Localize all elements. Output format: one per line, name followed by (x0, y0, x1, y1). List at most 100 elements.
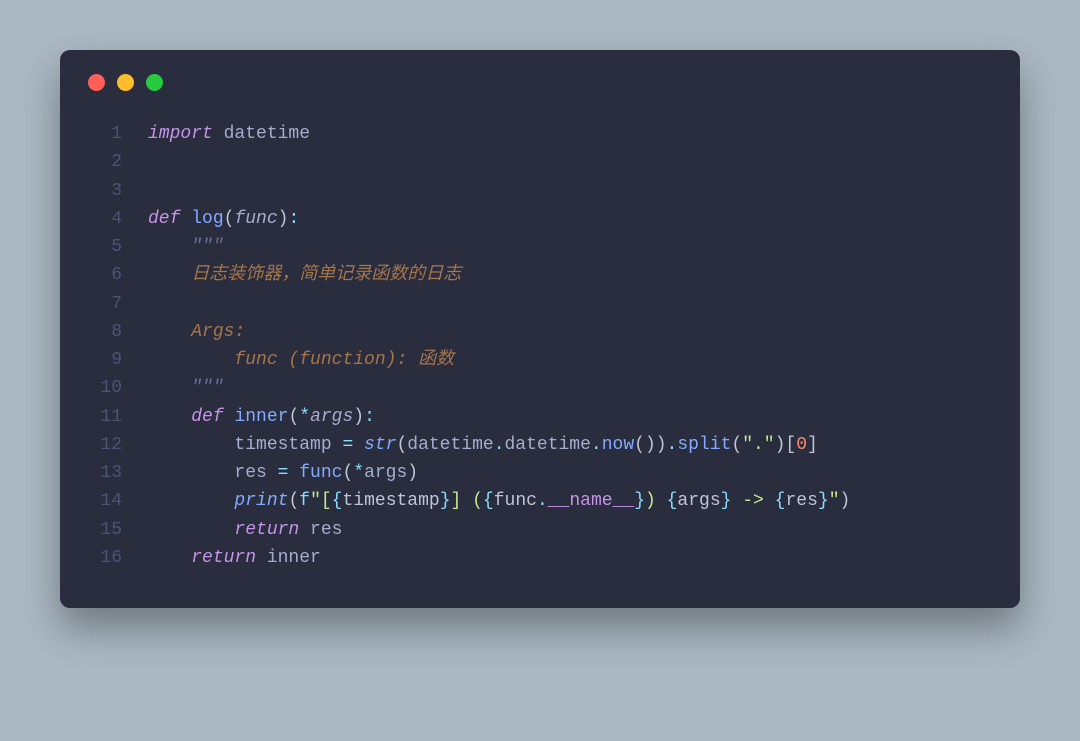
code-token: . (591, 435, 602, 455)
code-line: 13 res = func(*args) (88, 459, 992, 487)
line-number: 3 (88, 177, 122, 205)
code-token: ()) (634, 435, 666, 455)
code-content: res = func(*args) (148, 459, 418, 487)
line-number: 16 (88, 544, 122, 572)
code-token: timestamp (342, 491, 439, 511)
code-token (148, 237, 191, 257)
code-token: timestamp (148, 435, 342, 455)
code-token: func (function): (234, 350, 418, 370)
code-token: log (191, 209, 223, 229)
code-token: . (537, 491, 548, 511)
code-line: 15 return res (88, 516, 992, 544)
line-number: 15 (88, 516, 122, 544)
code-token: import (148, 124, 213, 144)
maximize-icon[interactable] (146, 74, 163, 91)
code-content: 日志装饰器，简单记录函数的日志 (148, 261, 461, 289)
code-token: res (785, 491, 817, 511)
code-token: ( (288, 407, 299, 427)
code-line: 5 """ (88, 233, 992, 261)
code-content: def log(func): (148, 205, 299, 233)
code-line: 1import datetime (88, 120, 992, 148)
code-token: str (364, 435, 396, 455)
window-titlebar (60, 50, 1020, 114)
code-token: ) (407, 463, 418, 483)
code-token: func (234, 209, 277, 229)
code-token (148, 520, 234, 540)
code-content: def inner(*args): (148, 403, 375, 431)
code-token: datetime (213, 124, 310, 144)
code-content: """ (148, 233, 224, 261)
line-number: 5 (88, 233, 122, 261)
code-token: ( (396, 435, 407, 455)
code-token: ) (645, 491, 667, 511)
code-token: 日志装饰器，简单记录函数的日志 (191, 265, 461, 285)
code-token: * (353, 463, 364, 483)
code-token: inner (234, 407, 288, 427)
code-token: inner (256, 548, 321, 568)
code-token: return (234, 520, 299, 540)
code-token: * (299, 407, 310, 427)
code-token: def (191, 407, 234, 427)
line-number: 7 (88, 290, 122, 318)
code-token: __name__ (548, 491, 634, 511)
code-line: 16 return inner (88, 544, 992, 572)
code-token: = (342, 435, 364, 455)
code-token: { (483, 491, 494, 511)
code-token: { (775, 491, 786, 511)
code-token: ) (353, 407, 364, 427)
code-token: func (299, 463, 342, 483)
code-line: 8 Args: (88, 318, 992, 346)
code-token: now (602, 435, 634, 455)
code-token: "." (742, 435, 774, 455)
code-token: print (234, 491, 288, 511)
code-content: return res (148, 516, 342, 544)
code-token: . (494, 435, 505, 455)
code-token: )[ (775, 435, 797, 455)
code-content: timestamp = str(datetime.datetime.now())… (148, 431, 818, 459)
code-line: 14 print(f"[{timestamp}] ({func.__name__… (88, 487, 992, 515)
code-token: split (677, 435, 731, 455)
code-token: . (667, 435, 678, 455)
code-token: 0 (796, 435, 807, 455)
code-content: """ (148, 374, 224, 402)
code-token: ( (342, 463, 353, 483)
code-token: ) (278, 209, 289, 229)
code-token: ( (288, 491, 299, 511)
code-token: args (677, 491, 720, 511)
code-content: print(f"[{timestamp}] ({func.__name__}) … (148, 487, 850, 515)
code-token: ] (807, 435, 818, 455)
minimize-icon[interactable] (117, 74, 134, 91)
code-line: 11 def inner(*args): (88, 403, 992, 431)
code-token: datetime (407, 435, 493, 455)
code-token: ) (840, 491, 851, 511)
code-token: } (634, 491, 645, 511)
line-number: 13 (88, 459, 122, 487)
code-token: } (721, 491, 732, 511)
code-line: 3 (88, 177, 992, 205)
code-token: "[ (310, 491, 332, 511)
code-token: func (494, 491, 537, 511)
code-token: res (148, 463, 278, 483)
close-icon[interactable] (88, 74, 105, 91)
code-token (148, 491, 234, 511)
code-token: } (440, 491, 451, 511)
code-line: 7 (88, 290, 992, 318)
code-token: : (364, 407, 375, 427)
code-token (148, 378, 191, 398)
code-token: : (288, 209, 299, 229)
code-token: f (299, 491, 310, 511)
code-token: """ (191, 237, 223, 257)
code-window: 1import datetime234def log(func):5 """6 … (60, 50, 1020, 608)
code-token: " (829, 491, 840, 511)
code-token: res (299, 520, 342, 540)
code-token: ( (224, 209, 235, 229)
code-token: def (148, 209, 191, 229)
code-token: } (818, 491, 829, 511)
code-line: 6 日志装饰器，简单记录函数的日志 (88, 261, 992, 289)
code-editor: 1import datetime234def log(func):5 """6 … (60, 114, 1020, 608)
line-number: 9 (88, 346, 122, 374)
code-token (148, 350, 234, 370)
code-line: 12 timestamp = str(datetime.datetime.now… (88, 431, 992, 459)
code-token (148, 548, 191, 568)
line-number: 2 (88, 148, 122, 176)
